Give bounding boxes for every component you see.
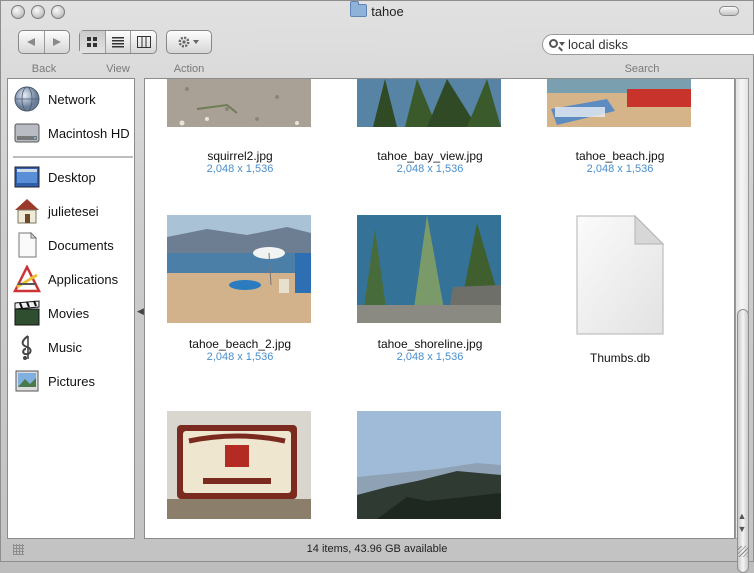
view-switcher — [79, 30, 157, 54]
column-view-icon — [136, 36, 151, 48]
file-icon-view: squirrel2.jpg 2,048 x 1,536 tahoe_bay_vi… — [144, 78, 735, 539]
sidebar-item-label: Documents — [48, 237, 114, 253]
back-button[interactable] — [19, 31, 45, 53]
sidebar-item-label: Pictures — [48, 373, 95, 389]
sidebar-item-documents[interactable]: Documents — [8, 230, 134, 260]
pictures-icon — [13, 367, 41, 395]
search-icon — [549, 39, 558, 48]
search-input[interactable]: local disks — [568, 37, 628, 52]
list-view-button[interactable] — [106, 31, 132, 53]
scroll-down-arrow[interactable]: ▼ — [737, 523, 747, 535]
title-bar[interactable]: tahoe — [1, 1, 753, 23]
file-dimensions: 2,048 x 1,536 — [396, 351, 464, 363]
sidebar-item-movies[interactable]: Movies — [8, 298, 134, 328]
vertical-scrollbar[interactable]: ▲ ▼ — [735, 78, 749, 573]
icon-view-button[interactable] — [80, 31, 106, 53]
file-item-saloon-photo[interactable] — [145, 405, 335, 538]
file-item-squirrel2[interactable]: squirrel2.jpg 2,048 x 1,536 — [145, 79, 335, 179]
file-item-tahoe-shoreline[interactable]: tahoe_shoreline.jpg 2,048 x 1,536 — [335, 209, 525, 379]
movies-clapper-icon — [13, 299, 41, 327]
search-field[interactable]: local disks — [542, 34, 754, 55]
sidebar-item-macintosh-hd[interactable]: Macintosh HD — [8, 118, 134, 148]
scroll-up-arrow[interactable]: ▲ — [737, 510, 747, 522]
back-label: Back — [31, 63, 57, 75]
finder-window: tahoe Back View Action local disks Searc… — [0, 0, 754, 573]
gear-icon — [178, 36, 199, 48]
file-item-tahoe-beach[interactable]: tahoe_beach.jpg 2,048 x 1,536 — [525, 79, 715, 179]
sidebar-item-music[interactable]: Music — [8, 332, 134, 362]
file-item-thumbs-db[interactable]: Thumbs.db — [525, 209, 715, 379]
file-item-tahoe-bay-view[interactable]: tahoe_bay_view.jpg 2,048 x 1,536 — [335, 79, 525, 179]
sidebar-splitter-handle[interactable]: ◀ — [137, 306, 144, 316]
sidebar: Network Macintosh HD Desktop julietesei … — [7, 78, 135, 539]
thumbnail-tahoe-beach-2[interactable] — [167, 215, 311, 323]
back-arrow-icon — [27, 38, 36, 46]
sidebar-item-label: Network — [48, 91, 96, 107]
action-label: Action — [173, 63, 205, 75]
file-name: tahoe_shoreline.jpg — [377, 337, 483, 351]
sidebar-item-desktop[interactable]: Desktop — [8, 162, 134, 192]
applications-icon — [12, 264, 42, 293]
sidebar-item-label: Macintosh HD — [48, 125, 130, 141]
window-title: tahoe — [1, 1, 753, 19]
file-dimensions: 2,048 x 1,536 — [396, 163, 464, 175]
search-menu-caret-icon[interactable] — [559, 42, 565, 46]
sidebar-item-label: Desktop — [48, 169, 96, 185]
sidebar-divider — [13, 156, 133, 158]
thumbnail-mountain-view[interactable] — [357, 411, 501, 519]
file-dimensions: 2,048 x 1,536 — [586, 163, 654, 175]
sidebar-item-label: Applications — [48, 271, 119, 287]
network-globe-icon — [13, 85, 41, 113]
search-label: Search — [624, 63, 660, 75]
thumbnail-squirrel2[interactable] — [167, 79, 311, 127]
documents-icon — [13, 231, 41, 259]
sidebar-item-network[interactable]: Network — [8, 84, 134, 114]
sidebar-item-label: Music — [48, 339, 82, 355]
sidebar-item-julietesei[interactable]: julietesei — [8, 196, 134, 226]
thumbnail-saloon-sign[interactable] — [167, 411, 311, 519]
resize-grip-icon[interactable] — [738, 546, 749, 557]
thumbnail-tahoe-bay-view[interactable] — [357, 79, 501, 127]
thumbnail-tahoe-beach[interactable] — [547, 79, 691, 127]
file-dimensions: 2,048 x 1,536 — [206, 163, 274, 175]
sidebar-item-label: Movies — [48, 305, 90, 321]
file-name: tahoe_bay_view.jpg — [377, 149, 483, 163]
sidebar-item-label: julietesei — [48, 203, 99, 219]
folder-icon — [350, 1, 368, 17]
file-name: squirrel2.jpg — [207, 149, 273, 163]
desktop-icon — [13, 163, 41, 191]
back-forward-control — [18, 30, 70, 54]
window-title-text: tahoe — [371, 4, 404, 19]
file-dimensions: 2,048 x 1,536 — [206, 351, 274, 363]
toolbar-toggle-button[interactable] — [719, 6, 739, 16]
sidebar-item-pictures[interactable]: Pictures — [8, 366, 134, 396]
sidebar-item-applications[interactable]: Applications — [8, 264, 134, 294]
status-bar-text: 14 items, 43.96 GB available — [306, 543, 448, 555]
file-name: tahoe_beach.jpg — [575, 149, 665, 163]
hard-drive-icon — [13, 119, 41, 147]
forward-arrow-icon — [52, 38, 61, 46]
action-menu-button[interactable] — [166, 30, 212, 54]
file-name: Thumbs.db — [589, 351, 651, 365]
music-note-icon — [13, 333, 41, 361]
document-file-icon[interactable] — [571, 214, 667, 338]
home-icon — [13, 197, 41, 225]
icon-view-icon — [87, 37, 98, 47]
list-view-icon — [112, 37, 124, 48]
view-label: View — [106, 63, 130, 75]
column-view-button[interactable] — [131, 31, 156, 53]
action-button-inner[interactable] — [167, 31, 211, 53]
file-name: tahoe_beach_2.jpg — [188, 337, 292, 351]
file-item-tahoe-beach-2[interactable]: tahoe_beach_2.jpg 2,048 x 1,536 — [145, 209, 335, 379]
thumbnail-tahoe-shoreline[interactable] — [357, 215, 501, 323]
forward-button[interactable] — [45, 31, 70, 53]
file-item-mountain-view[interactable] — [335, 405, 525, 538]
